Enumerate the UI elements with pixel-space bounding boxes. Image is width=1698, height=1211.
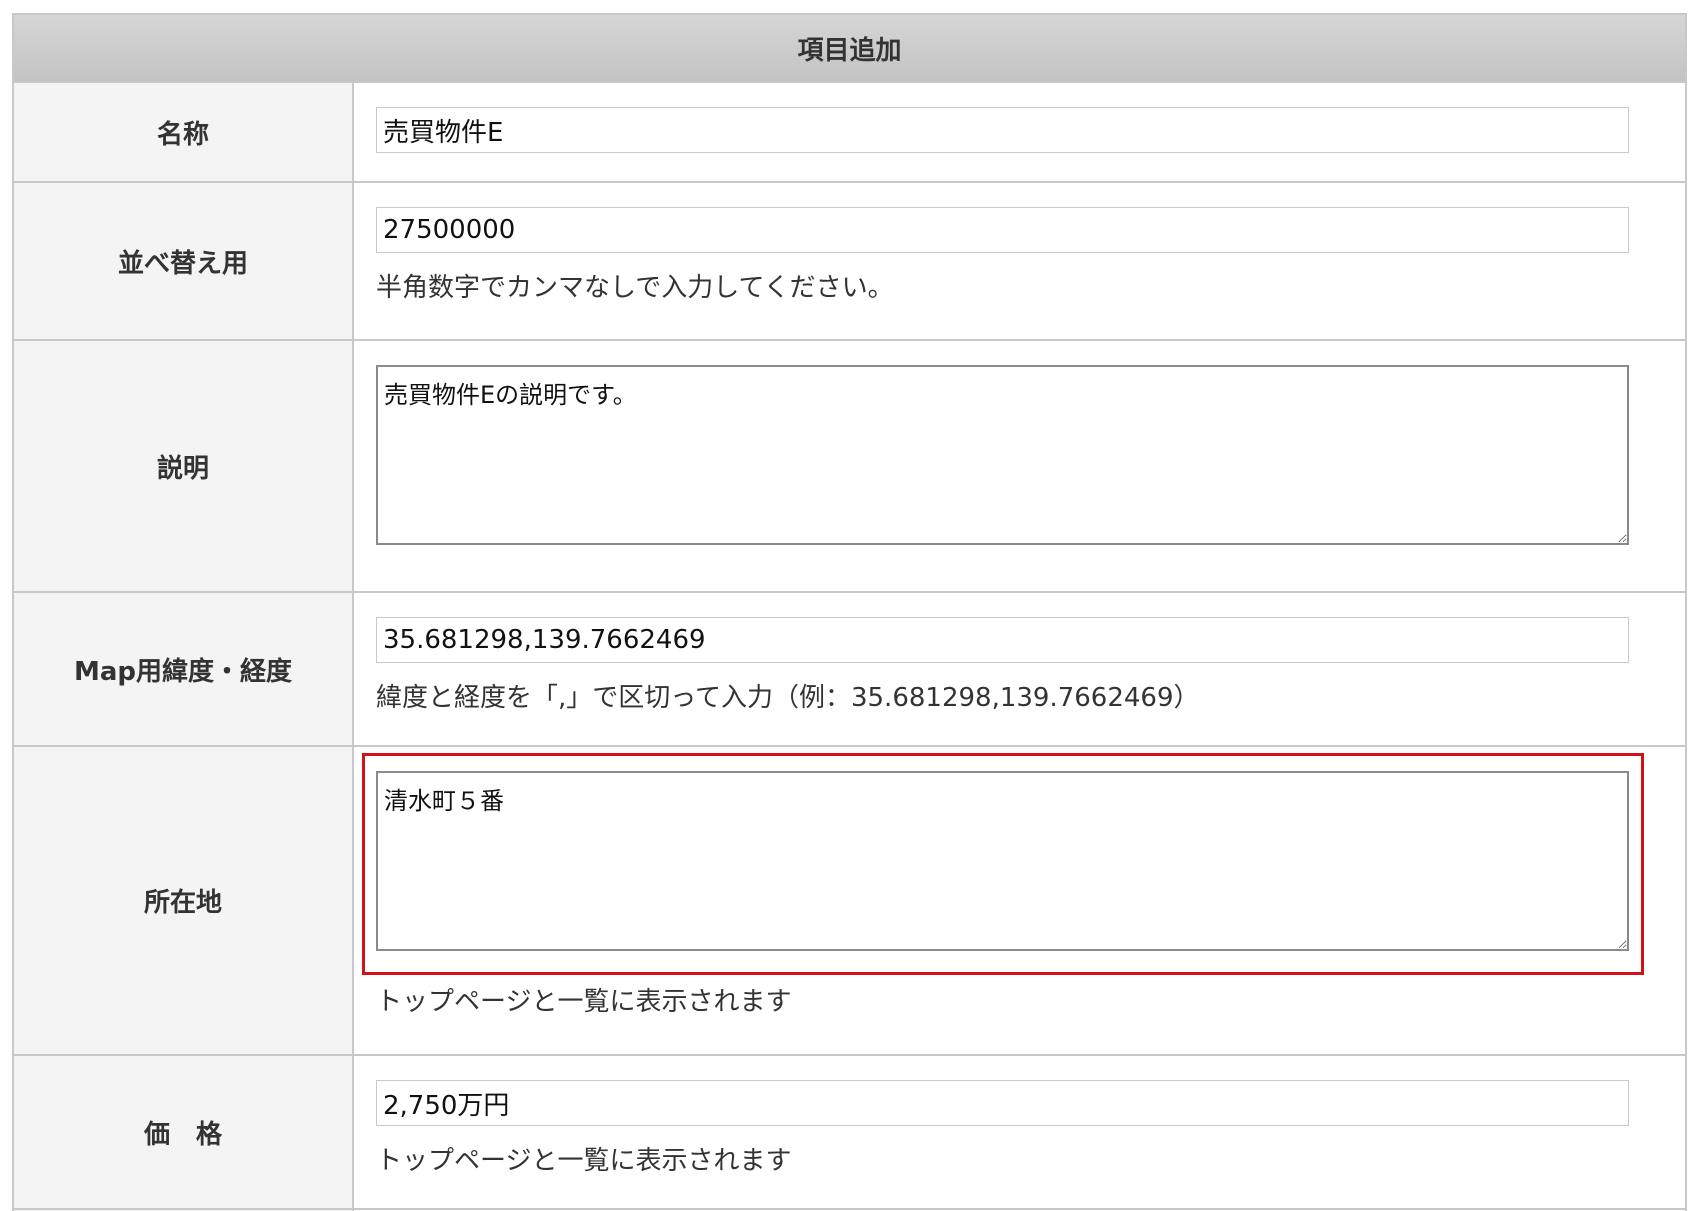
row-latlng: Map用緯度・経度 緯度と経度を「,」で区切って入力（例：35.681298,1… — [14, 593, 1685, 747]
label-price: 価 格 — [14, 1056, 354, 1208]
address-textarea[interactable]: 清水町５番 — [376, 771, 1629, 951]
row-description: 説明 売買物件Eの説明です。 — [14, 341, 1685, 593]
price-hint: トップページと一覧に表示されます — [376, 1146, 792, 1176]
label-address: 所在地 — [14, 747, 354, 1054]
latlng-input[interactable] — [376, 617, 1629, 663]
label-name: 名称 — [14, 83, 354, 181]
latlng-hint: 緯度と経度を「,」で区切って入力（例：35.681298,139.7662469… — [376, 683, 1200, 713]
name-input[interactable] — [376, 107, 1629, 153]
label-sort: 並べ替え用 — [14, 183, 354, 339]
row-address: 所在地 清水町５番 トップページと一覧に表示されます — [14, 747, 1685, 1056]
row-sort: 並べ替え用 半角数字でカンマなしで入力してください。 — [14, 183, 1685, 341]
sort-input[interactable] — [376, 207, 1629, 253]
address-hint: トップページと一覧に表示されます — [376, 987, 792, 1017]
label-latlng: Map用緯度・経度 — [14, 593, 354, 745]
description-textarea[interactable]: 売買物件Eの説明です。 — [376, 365, 1629, 545]
item-add-form: 項目追加 名称 並べ替え用 半角数字でカンマなしで入力してください。 説明 売買… — [12, 13, 1687, 1211]
row-price: 価 格 トップページと一覧に表示されます — [14, 1056, 1685, 1210]
label-description: 説明 — [14, 341, 354, 591]
form-title: 項目追加 — [14, 15, 1685, 83]
row-name: 名称 — [14, 83, 1685, 183]
sort-hint: 半角数字でカンマなしで入力してください。 — [376, 273, 894, 303]
price-input[interactable] — [376, 1080, 1629, 1126]
